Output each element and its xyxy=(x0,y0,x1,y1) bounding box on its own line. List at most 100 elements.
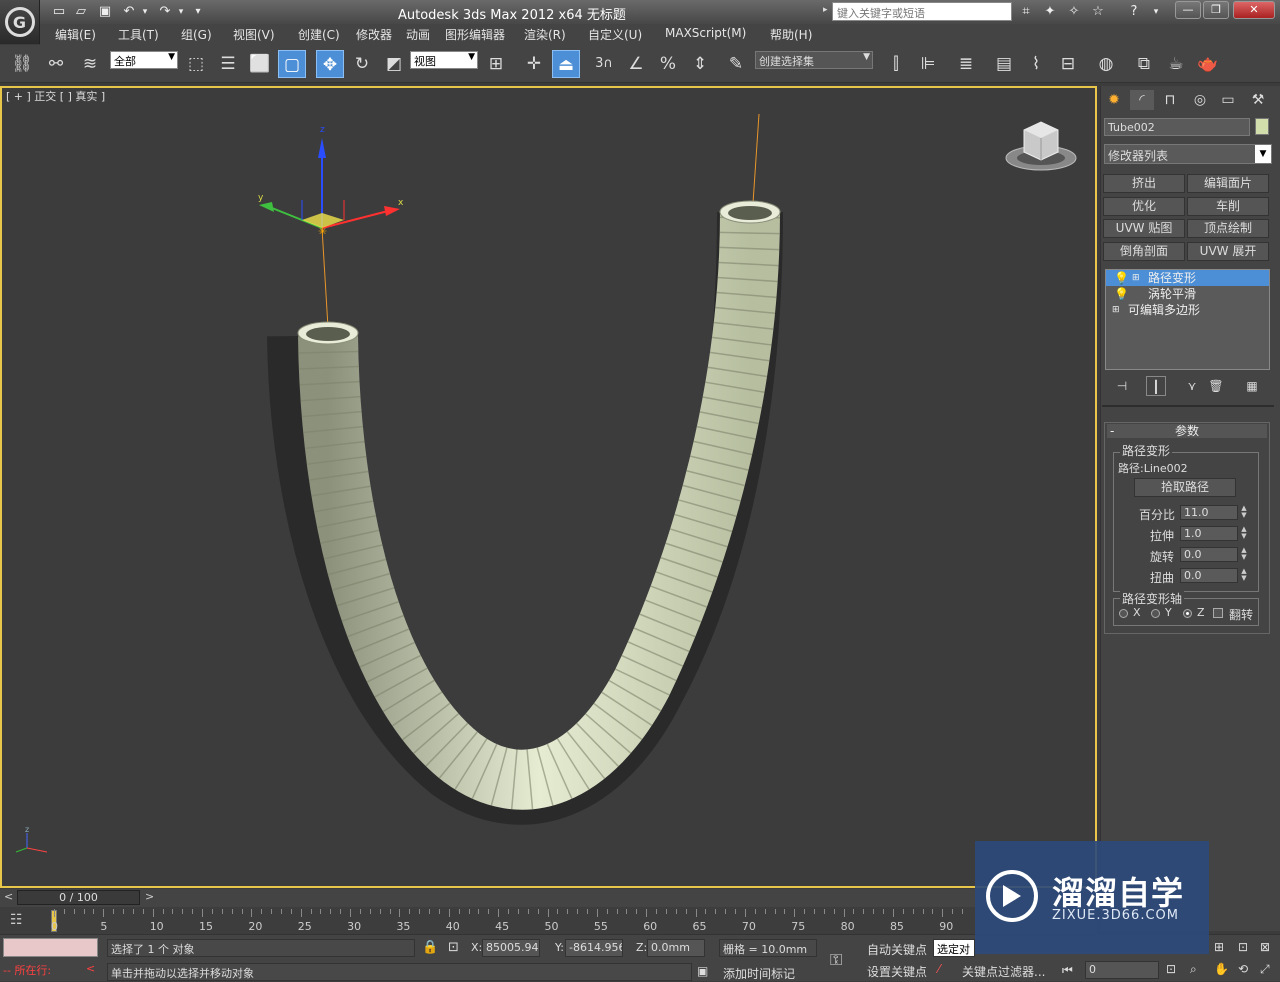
curve-editor-mini-icon[interactable]: ☷ xyxy=(10,912,23,928)
bind-space-warp-icon[interactable]: ≋ xyxy=(76,50,104,78)
expand-icon[interactable]: ⊞ xyxy=(1132,270,1140,286)
remove-modifier-icon[interactable]: 🗑 xyxy=(1206,376,1226,396)
rendered-frame-window-icon[interactable]: ☕ xyxy=(1162,50,1190,78)
menu-modifiers[interactable]: 修改器 xyxy=(356,26,392,43)
stack-item-turbosmooth[interactable]: 💡 涡轮平滑 xyxy=(1106,286,1269,302)
extrude-button[interactable]: 挤出 xyxy=(1103,174,1185,193)
maximize-button[interactable]: ❐ xyxy=(1203,1,1229,19)
twist-spinner[interactable]: 0.0 xyxy=(1180,568,1238,583)
material-editor-icon[interactable]: ◍ xyxy=(1092,50,1120,78)
spinner-arrows-icon[interactable]: ▲ ▼ xyxy=(1240,526,1248,541)
save-icon[interactable]: ▣ xyxy=(96,3,114,21)
unwrap-uvw-button[interactable]: UVW 展开 xyxy=(1187,242,1269,261)
zoom-all-icon[interactable]: ⊡ xyxy=(1238,940,1248,954)
lightbulb-icon[interactable]: 💡 xyxy=(1114,270,1129,286)
set-key-button[interactable]: 设置关键点 xyxy=(867,963,927,980)
lathe-button[interactable]: 车削 xyxy=(1187,197,1269,216)
close-button[interactable]: ✕ xyxy=(1233,1,1275,19)
select-and-rotate-icon[interactable]: ↻ xyxy=(348,50,376,78)
time-config-icon[interactable]: ⊡ xyxy=(1166,962,1176,976)
zoom-region-icon[interactable]: ⊠ xyxy=(1260,940,1270,954)
parameters-header[interactable]: - 参数 xyxy=(1107,424,1267,438)
graphite-ribbon-icon[interactable]: ▤ xyxy=(990,50,1018,78)
hierarchy-tab-icon[interactable]: ⊓ xyxy=(1158,90,1182,110)
selection-filter-select[interactable]: 全部 ▼ xyxy=(110,51,178,69)
absolute-mode-icon[interactable]: ⊡ xyxy=(448,940,459,955)
layer-manager-icon[interactable]: ≣ xyxy=(952,50,980,78)
help-dropdown-icon[interactable]: ▾ xyxy=(1146,3,1166,21)
prev-frame-icon[interactable]: < xyxy=(4,890,13,903)
zoom-extents-icon[interactable]: ⊞ xyxy=(1214,940,1224,954)
create-tab-icon[interactable]: ✹ xyxy=(1102,90,1126,110)
utilities-tab-icon[interactable]: ⚒ xyxy=(1246,90,1270,110)
help-icon[interactable]: ? xyxy=(1124,3,1144,21)
redo-icon[interactable]: ↷ xyxy=(156,3,174,21)
current-frame-field[interactable]: 0 xyxy=(1085,961,1159,979)
optimize-button[interactable]: 优化 xyxy=(1103,197,1185,216)
render-setup-icon[interactable]: ⧉ xyxy=(1130,50,1158,78)
menu-edit[interactable]: 编辑(E) xyxy=(55,26,96,43)
snaps-toggle-icon[interactable]: 3∩ xyxy=(590,50,618,78)
menu-customize[interactable]: 自定义(U) xyxy=(588,26,642,43)
maximize-viewport-icon[interactable]: ⤢ xyxy=(1260,962,1270,977)
modify-tab-icon[interactable]: ◜ xyxy=(1130,90,1154,110)
keyboard-shortcut-override-icon[interactable]: ⏏ xyxy=(552,50,580,78)
new-file-icon[interactable]: ▭ xyxy=(50,3,68,21)
select-object-icon[interactable]: ⬚ xyxy=(182,50,210,78)
pivot-point-center-icon[interactable]: ⊞ xyxy=(482,50,510,78)
go-to-start-icon[interactable]: ⏮ xyxy=(1062,963,1073,978)
vertex-paint-button[interactable]: 顶点绘制 xyxy=(1187,219,1269,238)
object-color-swatch[interactable] xyxy=(1255,118,1269,135)
stack-item-editable-poly[interactable]: ⊞ 可编辑多边形 xyxy=(1106,302,1269,318)
curve-editor-icon[interactable]: ⌇ xyxy=(1022,50,1050,78)
lock-selection-icon[interactable]: 🔒 xyxy=(422,940,438,955)
menu-animation[interactable]: 动画 xyxy=(406,26,430,43)
schematic-view-icon[interactable]: ⊟ xyxy=(1054,50,1082,78)
show-end-result-icon[interactable]: ┃ xyxy=(1146,376,1166,396)
menu-group[interactable]: 组(G) xyxy=(181,26,212,43)
axis-z-radio[interactable] xyxy=(1183,609,1192,618)
move-gizmo[interactable]: z y x ✳ xyxy=(258,125,404,238)
viewcube[interactable] xyxy=(1004,118,1078,178)
axis-x-radio[interactable] xyxy=(1119,609,1128,618)
menu-graph-editors[interactable]: 图形编辑器 xyxy=(445,26,505,43)
expand-icon[interactable]: ⊞ xyxy=(1112,302,1120,318)
pick-path-button[interactable]: 拾取路径 xyxy=(1134,478,1236,497)
edit-patch-button[interactable]: 编辑面片 xyxy=(1187,174,1269,193)
time-tag-icon[interactable]: ▣ xyxy=(697,964,708,978)
named-selection-select[interactable]: 创建选择集 ▼ xyxy=(755,51,873,69)
zoom-icon[interactable]: ⌕ xyxy=(1190,962,1197,977)
pin-stack-icon[interactable]: ⊣ xyxy=(1112,376,1132,396)
render-production-icon[interactable]: 🫖 xyxy=(1194,50,1222,78)
time-slider[interactable] xyxy=(0,889,1097,907)
select-and-link-icon[interactable]: ⛓ xyxy=(8,50,36,78)
orbit-icon[interactable]: ⟲ xyxy=(1238,962,1248,976)
select-by-name-icon[interactable]: ☰ xyxy=(214,50,242,78)
y-coordinate-field[interactable]: -8614.956 xyxy=(565,939,623,957)
rectangular-selection-icon[interactable]: ⬜ xyxy=(246,50,274,78)
uvw-map-button[interactable]: UVW 贴图 xyxy=(1103,219,1185,238)
menu-view[interactable]: 视图(V) xyxy=(233,26,275,43)
add-time-tag[interactable]: 添加时间标记 xyxy=(723,965,795,982)
window-crossing-icon[interactable]: ▢ xyxy=(278,50,306,78)
spinner-arrows-icon[interactable]: ▲ ▼ xyxy=(1240,568,1248,583)
menu-tools[interactable]: 工具(T) xyxy=(118,26,159,43)
rotation-spinner[interactable]: 0.0 xyxy=(1180,547,1238,562)
key-filters-button[interactable]: 关键点过滤器... xyxy=(962,963,1045,980)
pan-hand-icon[interactable]: ✋ xyxy=(1214,962,1229,976)
bevel-profile-button[interactable]: 倒角剖面 xyxy=(1103,242,1185,261)
z-coordinate-field[interactable]: 0.0mm xyxy=(647,939,705,957)
tube-object[interactable] xyxy=(298,211,780,810)
open-file-icon[interactable]: ▱ xyxy=(72,3,90,21)
edit-named-selection-icon[interactable]: ✎ xyxy=(722,50,750,78)
align-icon[interactable]: ⊫ xyxy=(914,50,942,78)
menu-help[interactable]: 帮助(H) xyxy=(770,26,812,43)
spinner-arrows-icon[interactable]: ▲ ▼ xyxy=(1240,505,1248,520)
app-menu-button[interactable]: G xyxy=(0,0,40,44)
make-unique-icon[interactable]: ⋎ xyxy=(1182,376,1202,396)
undo-dropdown-icon[interactable]: ▾ xyxy=(140,3,150,21)
angle-snap-icon[interactable]: ∠ xyxy=(622,50,650,78)
flip-checkbox[interactable] xyxy=(1213,608,1223,618)
undo-icon[interactable]: ↶ xyxy=(120,3,138,21)
reference-coordinate-select[interactable]: 视图 ▼ xyxy=(410,51,478,69)
